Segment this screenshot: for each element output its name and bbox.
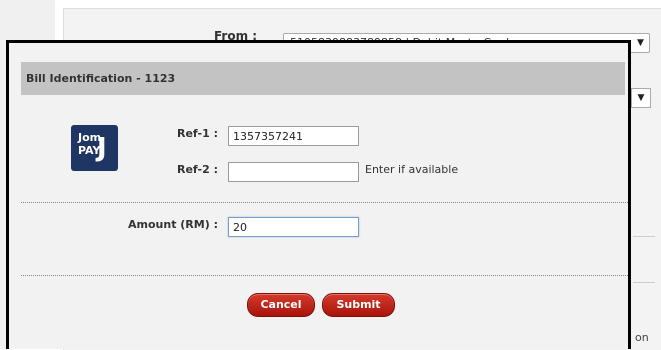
cancel-button[interactable]: Cancel (247, 293, 315, 317)
modal-header: Bill Identification - 1123 (21, 62, 625, 95)
background-divider (633, 282, 655, 283)
background-divider (633, 236, 655, 237)
amount-input[interactable] (228, 217, 359, 237)
secondary-select[interactable]: ▼ (631, 88, 651, 108)
ref1-input[interactable] (228, 126, 359, 146)
background-partial-text: on (635, 331, 649, 344)
section-divider (21, 202, 628, 203)
section-divider (21, 275, 628, 276)
ref2-label: Ref-2 : (177, 163, 218, 176)
ref2-hint: Enter if available (365, 163, 459, 176)
bill-identification-modal: Bill Identification - 1123 Jom PAY J Ref… (6, 40, 631, 349)
ref2-input[interactable] (228, 162, 359, 182)
chevron-down-icon: ▼ (637, 38, 644, 48)
modal-title: Bill Identification - 1123 (26, 72, 176, 85)
jompay-logo-icon: Jom PAY J (71, 125, 118, 171)
ref1-label: Ref-1 : (177, 127, 218, 140)
logo-letter-j: J (97, 133, 107, 163)
amount-label: Amount (RM) : (128, 218, 218, 231)
chevron-down-icon: ▼ (637, 93, 645, 103)
submit-button[interactable]: Submit (322, 293, 395, 317)
